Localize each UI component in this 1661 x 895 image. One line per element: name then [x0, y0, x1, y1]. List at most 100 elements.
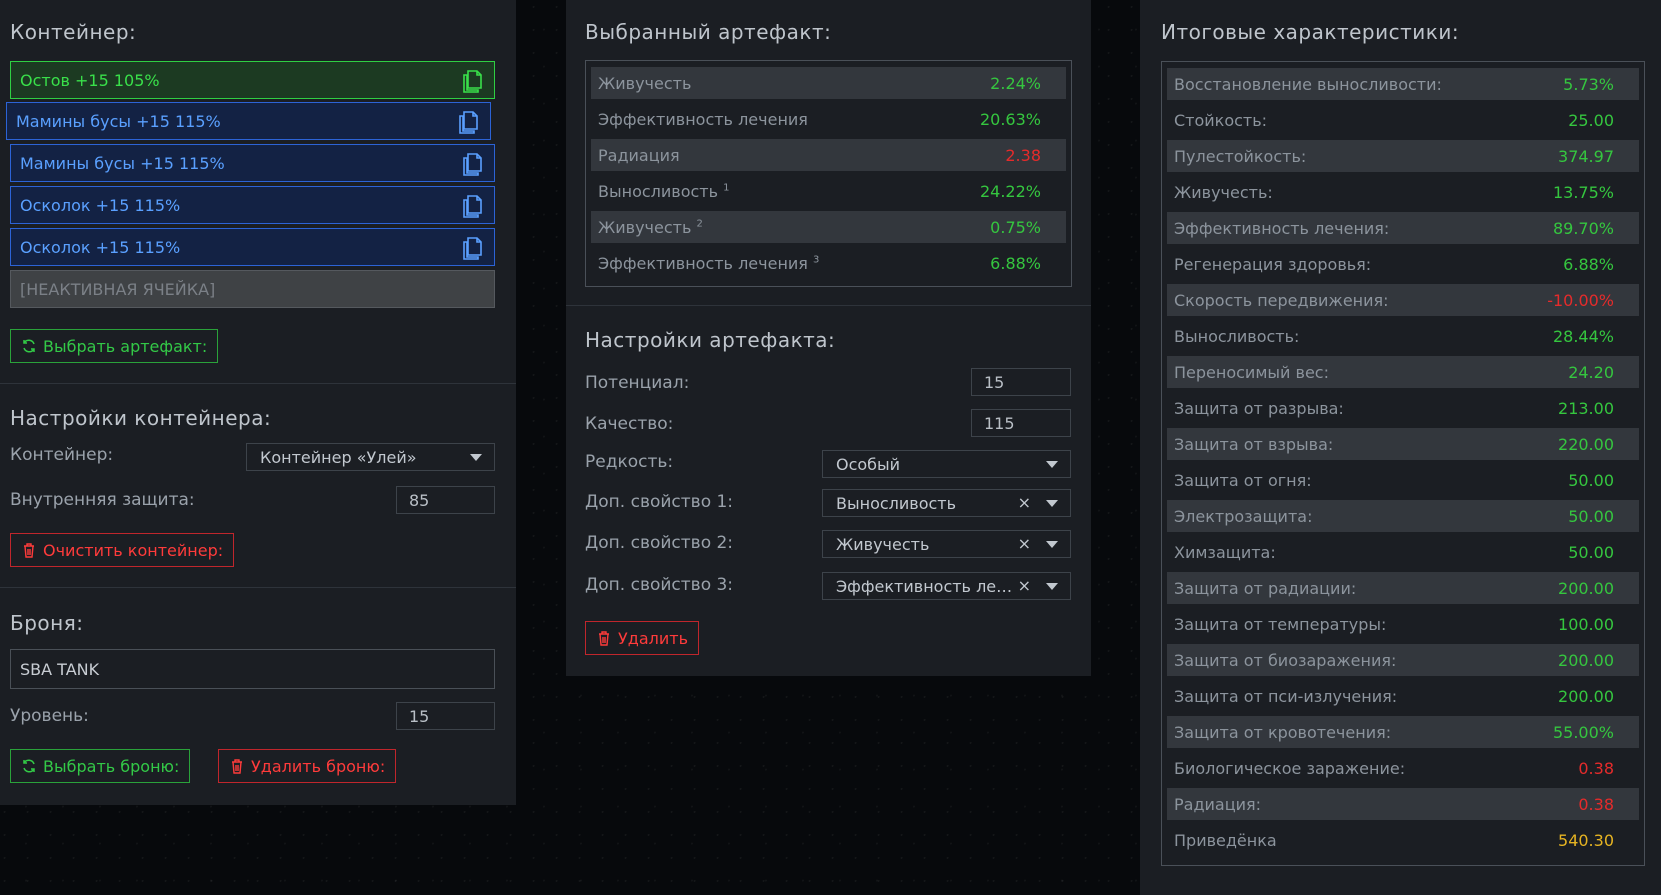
total-name: Переносимый вес:: [1174, 362, 1329, 382]
total-value: 50.00: [1568, 506, 1614, 526]
artifact-slot-label: Осколок +15 115%: [20, 237, 181, 257]
total-row: Защита от температуры: 100.00: [1167, 608, 1639, 640]
copy-icon[interactable]: [456, 110, 480, 134]
total-row: Защита от взрыва: 220.00: [1167, 428, 1639, 460]
copy-icon[interactable]: [460, 152, 484, 176]
copy-icon[interactable]: [460, 236, 484, 260]
total-value: 540.30: [1558, 830, 1614, 850]
rarity-select[interactable]: Особый: [822, 450, 1071, 478]
stat-name: Выносливость 1: [598, 181, 730, 201]
total-name: Защита от температуры:: [1174, 614, 1387, 634]
total-row: Радиация: 0.38: [1167, 788, 1639, 820]
chevron-down-icon[interactable]: [1046, 500, 1058, 507]
total-name: Стойкость:: [1174, 110, 1268, 130]
chevron-down-icon[interactable]: [1046, 583, 1058, 590]
stat-name: Эффективность лечения: [598, 109, 808, 129]
copy-icon[interactable]: [460, 69, 484, 93]
stat-row: Эффективность лечения 3 6.88%: [591, 247, 1066, 279]
total-name: Скорость передвижения:: [1174, 290, 1389, 310]
total-name: Восстановление выносливости:: [1174, 74, 1442, 94]
trash-icon: [232, 759, 242, 774]
stat-row: Выносливость 1 24.22%: [591, 175, 1066, 207]
total-row: Пулестойкость: 374.97: [1167, 140, 1639, 172]
inner-protection-input[interactable]: 85: [396, 486, 495, 514]
container-type-select[interactable]: Контейнер «Улей»: [246, 443, 495, 471]
refresh-icon: [23, 339, 35, 353]
prop2-label: Доп. свойство 2:: [585, 533, 734, 553]
total-row: Биологическое заражение: 0.38: [1167, 752, 1639, 784]
choose-artifact-label: Выбрать артефакт:: [43, 336, 208, 356]
rarity-label: Редкость:: [585, 452, 674, 472]
total-name: Защита от огня:: [1174, 470, 1312, 490]
potential-input[interactable]: 15: [971, 368, 1071, 396]
total-row: Живучесть: 13.75%: [1167, 176, 1639, 208]
prop2-value: Живучесть: [836, 534, 930, 554]
chevron-down-icon[interactable]: [1046, 541, 1058, 548]
stat-value: 6.88%: [990, 253, 1041, 273]
total-value: 50.00: [1568, 542, 1614, 562]
inner-protection-value: 85: [409, 490, 430, 510]
chevron-down-icon[interactable]: [1046, 461, 1058, 468]
prop3-select[interactable]: Эффективность ле… ×: [822, 572, 1071, 600]
delete-artifact-label: Удалить: [618, 628, 688, 648]
choose-armor-button[interactable]: Выбрать броню:: [10, 749, 191, 783]
stat-row: Эффективность лечения 20.63%: [591, 103, 1066, 135]
prop1-value: Выносливость: [836, 493, 957, 513]
potential-label: Потенциал:: [585, 373, 690, 393]
delete-artifact-button[interactable]: Удалить: [585, 621, 699, 655]
armor-level-input[interactable]: 15: [396, 702, 495, 730]
total-row: Защита от пси-излучения: 200.00: [1167, 680, 1639, 712]
armor-level-value: 15: [409, 706, 430, 726]
armor-title: Броня:: [10, 611, 84, 635]
container-panel: Контейнер: Остов +15 105% Мамины бусы +1…: [0, 0, 516, 805]
stat-name: Живучесть: [598, 73, 692, 93]
total-name: Пулестойкость:: [1174, 146, 1307, 166]
clear-container-button[interactable]: Очистить контейнер:: [10, 533, 235, 567]
artifact-slot-label: Мамины бусы +15 115%: [20, 153, 225, 173]
totals-stats-box: Восстановление выносливости: 5.73% Стойко…: [1161, 61, 1645, 866]
total-name: Защита от радиации:: [1174, 578, 1357, 598]
prop2-select[interactable]: Живучесть ×: [822, 530, 1071, 558]
artifact-slot-2[interactable]: Мамины бусы +15 115%: [6, 102, 491, 140]
close-icon[interactable]: ×: [1018, 576, 1031, 595]
total-row: Защита от биозаражения: 200.00: [1167, 644, 1639, 676]
total-name: Выносливость:: [1174, 326, 1300, 346]
total-value: 213.00: [1558, 398, 1614, 418]
close-icon[interactable]: ×: [1018, 493, 1031, 512]
total-name: Биологическое заражение:: [1174, 758, 1406, 778]
armor-field[interactable]: SBA TANK: [10, 649, 495, 689]
delete-armor-button[interactable]: Удалить броню:: [218, 749, 397, 783]
potential-value: 15: [984, 372, 1005, 392]
total-row: Регенерация здоровья: 6.88%: [1167, 248, 1639, 280]
artifact-slot-5[interactable]: Осколок +15 115%: [10, 228, 495, 266]
artifact-slot-1[interactable]: Остов +15 105%: [10, 61, 495, 99]
prop1-label: Доп. свойство 1:: [585, 492, 734, 512]
close-icon[interactable]: ×: [1018, 534, 1031, 553]
artifact-slot-4[interactable]: Осколок +15 115%: [10, 186, 495, 224]
prop3-value: Эффективность ле…: [836, 576, 1013, 596]
container-title: Контейнер:: [10, 20, 137, 44]
prop1-select[interactable]: Выносливость ×: [822, 489, 1071, 517]
inner-protection-label: Внутренняя защита:: [10, 490, 195, 510]
total-name: Радиация:: [1174, 794, 1262, 814]
total-value: 89.70%: [1552, 218, 1614, 238]
artifact-slot-label: Мамины бусы +15 115%: [16, 111, 221, 131]
copy-icon[interactable]: [460, 194, 484, 218]
total-value: 374.97: [1558, 146, 1614, 166]
total-row: Скорость передвижения: -10.00%: [1167, 284, 1639, 316]
total-name: Живучесть:: [1174, 182, 1273, 202]
total-value: 25.00: [1568, 110, 1614, 130]
total-value: -10.00%: [1547, 290, 1614, 310]
quality-input[interactable]: 115: [971, 409, 1071, 437]
stat-value: 2.24%: [990, 73, 1041, 93]
artifact-slot-3[interactable]: Мамины бусы +15 115%: [10, 144, 495, 182]
total-name: Защита от биозаражения:: [1174, 650, 1397, 670]
artifact-stats-box: Живучесть 2.24% Эффективность лечения 20…: [585, 60, 1072, 287]
stat-row: Живучесть 2.24%: [591, 67, 1066, 99]
total-name: Защита от пси-излучения:: [1174, 686, 1398, 706]
stat-value: 2.38: [1005, 145, 1041, 165]
choose-artifact-button[interactable]: Выбрать артефакт:: [10, 329, 219, 363]
divider: [566, 305, 1091, 306]
trash-icon: [599, 631, 609, 646]
stat-name: Радиация: [598, 145, 680, 165]
